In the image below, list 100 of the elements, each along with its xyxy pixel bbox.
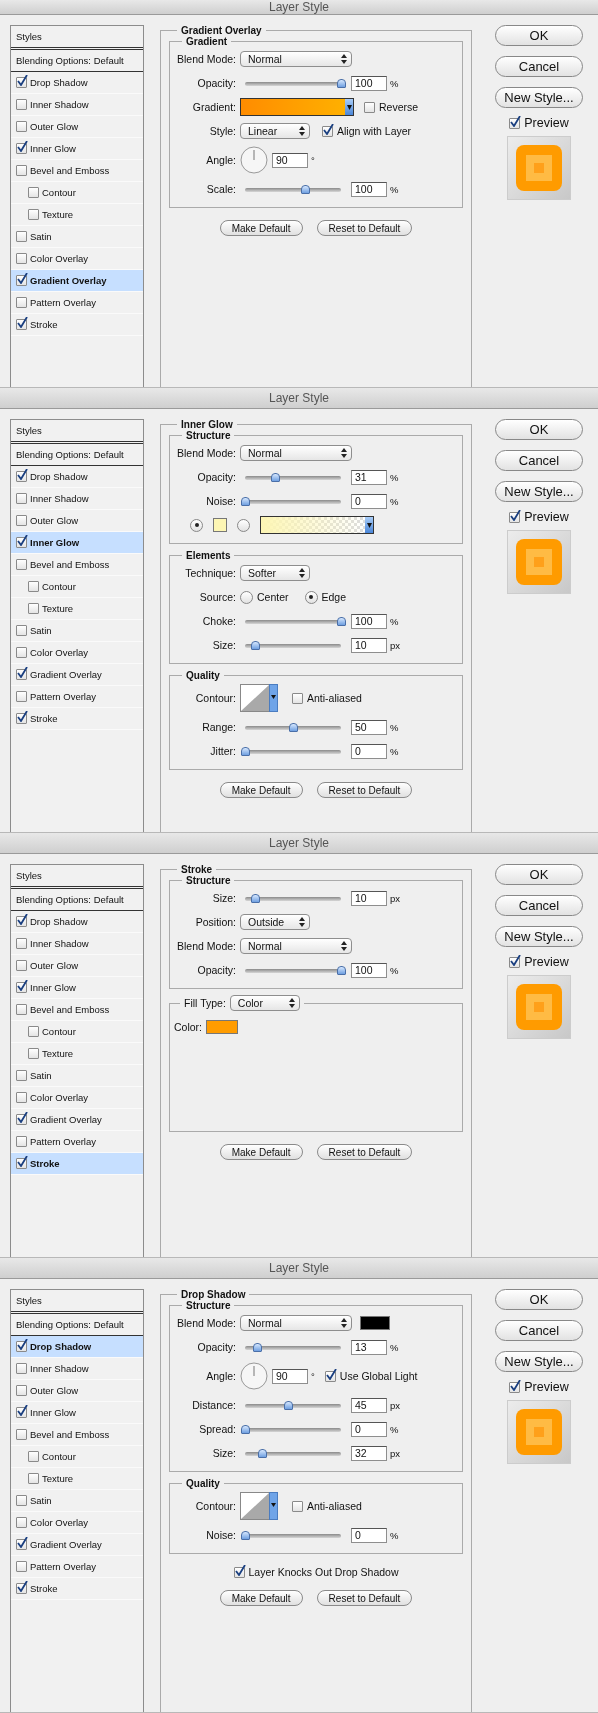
number-field[interactable]: 0 <box>351 743 387 759</box>
dialog-button[interactable]: OK <box>495 25 583 46</box>
number-field[interactable]: 31 <box>351 469 387 485</box>
style-item[interactable]: Pattern Overlay <box>11 686 143 708</box>
dialog-button[interactable]: Make Default <box>219 220 303 236</box>
checkbox[interactable] <box>364 101 375 113</box>
style-item[interactable]: Contour <box>11 576 143 598</box>
checkbox[interactable] <box>16 669 27 680</box>
style-item[interactable]: Bevel and Emboss <box>11 999 143 1021</box>
dialog-button[interactable]: New Style... <box>495 926 583 947</box>
style-item[interactable]: Inner Glow <box>11 532 143 554</box>
checkbox[interactable] <box>16 77 27 88</box>
style-item[interactable]: Contour <box>11 182 143 204</box>
slider-thumb[interactable] <box>253 1343 263 1352</box>
number-field[interactable]: 50 <box>351 719 387 735</box>
dropdown[interactable]: Outside <box>240 914 310 930</box>
checkbox[interactable] <box>16 1517 27 1528</box>
style-item[interactable]: Color Overlay <box>11 1087 143 1109</box>
checkbox[interactable] <box>16 165 27 176</box>
checkbox[interactable] <box>16 938 27 949</box>
style-item[interactable]: Outer Glow <box>11 955 143 977</box>
radio-button[interactable] <box>237 518 250 532</box>
checkbox[interactable] <box>16 1004 27 1015</box>
checkbox[interactable] <box>28 187 39 198</box>
style-item[interactable]: Inner Shadow <box>11 488 143 510</box>
checkbox[interactable] <box>16 1385 27 1396</box>
dialog-button[interactable]: Make Default <box>219 1144 303 1160</box>
blending-options-item[interactable]: Blending Options: Default <box>11 50 143 72</box>
number-field[interactable]: 45 <box>351 1397 387 1413</box>
number-field[interactable]: 32 <box>351 1445 387 1461</box>
checkbox[interactable] <box>16 1092 27 1103</box>
style-item[interactable]: Stroke <box>11 1153 143 1175</box>
style-item[interactable]: Drop Shadow <box>11 911 143 933</box>
dropdown[interactable]: Normal <box>240 51 352 67</box>
dialog-button[interactable]: New Style... <box>495 1351 583 1372</box>
checkbox[interactable] <box>16 1495 27 1506</box>
checkbox[interactable] <box>324 1370 336 1382</box>
style-item[interactable]: Inner Glow <box>11 138 143 160</box>
checkbox[interactable] <box>28 1451 39 1462</box>
slider-thumb[interactable] <box>284 1401 294 1410</box>
gradient-picker[interactable] <box>240 98 354 116</box>
dialog-button[interactable]: Cancel <box>495 56 583 77</box>
slider-thumb[interactable] <box>241 1531 250 1540</box>
dialog-button[interactable]: Reset to Default <box>316 1590 413 1606</box>
style-item[interactable]: Color Overlay <box>11 1512 143 1534</box>
dialog-button[interactable]: OK <box>495 419 583 440</box>
checkbox[interactable] <box>16 982 27 993</box>
checkbox[interactable] <box>16 121 27 132</box>
slider-thumb[interactable] <box>337 617 346 626</box>
checkbox[interactable] <box>16 1429 27 1440</box>
checkbox[interactable] <box>16 319 27 330</box>
style-item[interactable]: Drop Shadow <box>11 72 143 94</box>
style-item[interactable]: Bevel and Emboss <box>11 1424 143 1446</box>
checkbox[interactable] <box>16 960 27 971</box>
number-field[interactable]: 100 <box>351 962 387 978</box>
slider-thumb[interactable] <box>241 747 250 756</box>
checkbox[interactable] <box>16 1114 27 1125</box>
dropdown[interactable]: Normal <box>240 445 352 461</box>
checkbox[interactable] <box>16 1070 27 1081</box>
angle-dial[interactable] <box>240 146 268 174</box>
dropdown[interactable]: Linear <box>240 123 310 139</box>
number-field[interactable]: 100 <box>351 613 387 629</box>
dialog-button[interactable]: Cancel <box>495 450 583 471</box>
checkbox[interactable] <box>16 1158 27 1169</box>
checkbox[interactable] <box>28 1048 39 1059</box>
checkbox[interactable] <box>28 581 39 592</box>
style-item[interactable]: Pattern Overlay <box>11 1556 143 1578</box>
dialog-button[interactable]: OK <box>495 864 583 885</box>
style-item[interactable]: Satin <box>11 1065 143 1087</box>
checkbox[interactable] <box>16 297 27 308</box>
radio-button[interactable] <box>304 590 318 604</box>
style-item[interactable]: Gradient Overlay <box>11 1534 143 1556</box>
style-item[interactable]: Satin <box>11 620 143 642</box>
slider-thumb[interactable] <box>337 79 346 88</box>
dialog-button[interactable]: New Style... <box>495 87 583 108</box>
checkbox[interactable] <box>28 1026 39 1037</box>
checkbox[interactable] <box>16 1363 27 1374</box>
dialog-button[interactable]: Make Default <box>219 1590 303 1606</box>
checkbox[interactable] <box>16 99 27 110</box>
checkbox[interactable] <box>16 1341 27 1352</box>
checkbox[interactable] <box>16 916 27 927</box>
dropdown[interactable]: Softer <box>240 565 310 581</box>
style-item[interactable]: Outer Glow <box>11 1380 143 1402</box>
dialog-button[interactable]: Make Default <box>219 782 303 798</box>
color-swatch[interactable] <box>213 518 227 532</box>
radio-button[interactable] <box>190 518 203 532</box>
color-swatch[interactable] <box>206 1020 238 1034</box>
dialog-button[interactable]: Reset to Default <box>316 1144 413 1160</box>
dialog-button[interactable]: Cancel <box>495 895 583 916</box>
checkbox[interactable] <box>16 253 27 264</box>
style-item[interactable]: Contour <box>11 1446 143 1468</box>
checkbox[interactable] <box>16 1539 27 1550</box>
dropdown[interactable]: Normal <box>240 938 352 954</box>
dialog-button[interactable]: Reset to Default <box>316 782 413 798</box>
style-item[interactable]: Texture <box>11 598 143 620</box>
blending-options-item[interactable]: Blending Options: Default <box>11 444 143 466</box>
style-item[interactable]: Inner Glow <box>11 1402 143 1424</box>
style-item[interactable]: Gradient Overlay <box>11 270 143 292</box>
style-item[interactable]: Bevel and Emboss <box>11 160 143 182</box>
contour-picker[interactable] <box>240 684 278 712</box>
